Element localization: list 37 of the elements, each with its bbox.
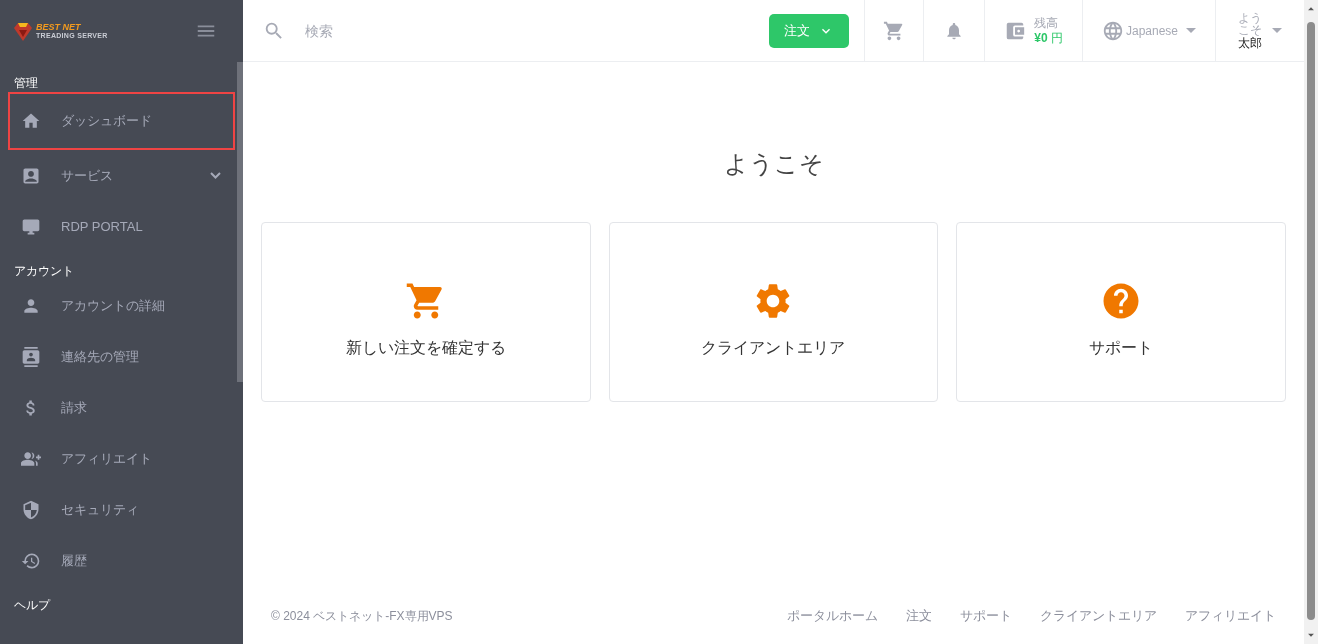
- page-title: ようこそ: [722, 149, 825, 179]
- shortcut-card[interactable]: サポート: [956, 222, 1286, 402]
- footer-link[interactable]: 注文: [906, 608, 932, 625]
- footer-link[interactable]: サポート: [960, 608, 1012, 625]
- contacts-icon: [21, 346, 41, 367]
- sidebar-item[interactable]: RDP PORTAL: [8, 201, 235, 252]
- sidebar-item[interactable]: アフィリエイト: [8, 433, 235, 484]
- shortcut-card[interactable]: クライアントエリア: [608, 222, 939, 402]
- sidebar-item[interactable]: 履歴: [8, 535, 235, 586]
- footer-link[interactable]: アフィリエイト: [1185, 608, 1276, 625]
- globe-icon: [1101, 19, 1124, 42]
- language-selector[interactable]: Japanese: [1125, 23, 1178, 38]
- user-menu[interactable]: ようこそ 太郎: [1238, 11, 1264, 50]
- shortcut-card[interactable]: 新しい注文を確定する: [261, 222, 591, 402]
- sidebar-item[interactable]: 請求: [8, 382, 235, 433]
- section-heading: アカウント: [13, 264, 75, 280]
- caret-icon: [1272, 28, 1282, 33]
- order-button[interactable]: 注文: [769, 13, 850, 48]
- logo-title: BEST NET: [36, 23, 82, 32]
- logo-icon: [12, 20, 34, 42]
- section-heading: ヘルプ: [13, 598, 52, 614]
- sidebar-item[interactable]: ダッシュボード: [8, 92, 235, 150]
- sidebar-item[interactable]: 連絡先の管理: [8, 331, 235, 382]
- shield-icon: [21, 499, 41, 520]
- section-heading: 管理: [13, 76, 39, 92]
- balance: 残高 ¥0 円: [1034, 16, 1063, 45]
- footer-link[interactable]: クライアントエリア: [1040, 608, 1157, 625]
- sidebar-item[interactable]: アカウントの詳細: [8, 280, 235, 331]
- caret-icon: [1186, 28, 1196, 33]
- scrollbar-thumb[interactable]: [237, 62, 243, 382]
- home-icon: [21, 111, 41, 131]
- scrollbar-thumb[interactable]: [1307, 22, 1315, 620]
- sidebar-item[interactable]: セキュリティ: [8, 484, 235, 535]
- sidebar-item[interactable]: サービス: [8, 150, 235, 201]
- footer-link[interactable]: ポータルホーム: [787, 608, 878, 625]
- chevron-down-icon: [210, 172, 221, 179]
- copyright: © 2024 ベストネット-FX専用VPS: [271, 608, 453, 625]
